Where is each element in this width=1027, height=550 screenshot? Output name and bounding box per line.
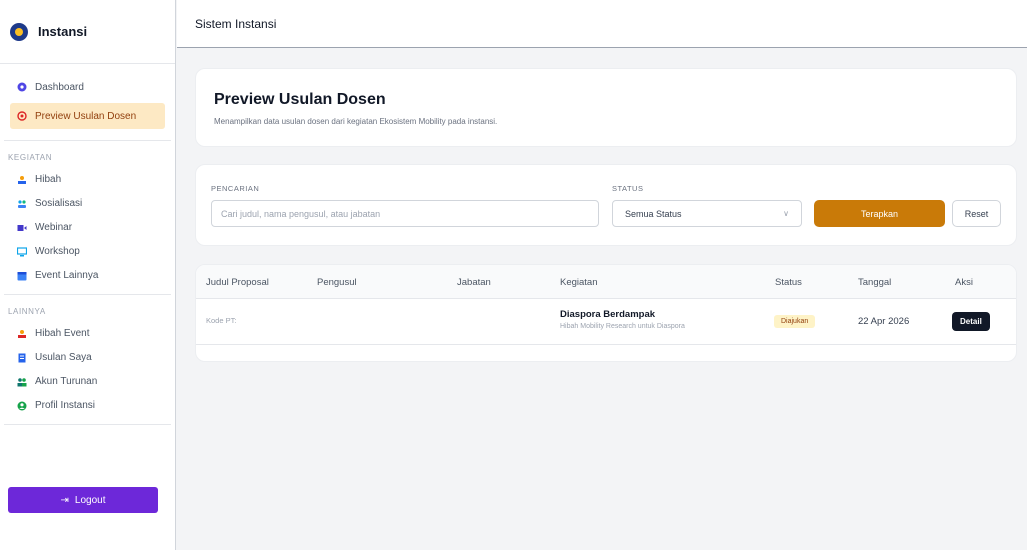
cell-tanggal: 22 Apr 2026 — [858, 316, 910, 327]
dashboard-icon — [17, 82, 27, 92]
filter-card: PENCARIAN STATUS Semua Status ∨ Terapkan… — [195, 164, 1017, 246]
sidebar-item-label: Usulan Saya — [35, 352, 92, 363]
cell-judul: Kode PT: — [206, 316, 236, 325]
sidebar-item-sosialisasi[interactable]: Sosialisasi — [10, 192, 165, 215]
column-header-aksi: Aksi — [955, 277, 973, 288]
chevron-down-icon: ∨ — [783, 209, 789, 218]
sidebar-item-label: Hibah Event — [35, 328, 90, 339]
column-header-jabatan: Jabatan — [457, 277, 491, 288]
sidebar-item-workshop[interactable]: Workshop — [10, 240, 165, 263]
search-label: PENCARIAN — [211, 184, 260, 193]
main-nav: Dashboard Preview Usulan Dosen — [4, 64, 171, 141]
logout-label: Logout — [74, 494, 106, 506]
detail-button[interactable]: Detail — [952, 312, 990, 331]
logout-icon: ⇥ — [60, 494, 69, 506]
akun-icon — [17, 377, 27, 386]
usulan-icon — [18, 353, 26, 362]
reset-button[interactable]: Reset — [952, 200, 1001, 227]
topbar-title: Sistem Instansi — [195, 16, 277, 31]
sidebar-item-hibah[interactable]: Hibah — [10, 168, 165, 191]
page-description: Menampilkan data usulan dosen dari kegia… — [214, 117, 498, 126]
status-select[interactable]: Semua Status ∨ — [612, 200, 802, 227]
sidebar-item-label: Webinar — [35, 222, 73, 233]
sosialisasi-icon — [18, 199, 26, 208]
status-badge: Diajukan — [774, 315, 816, 328]
column-header-tanggal: Tanggal — [858, 277, 892, 288]
sidebar-item-profil-instansi[interactable]: Profil Instansi — [10, 394, 165, 417]
status-label: STATUS — [612, 184, 644, 193]
kegiatan-title: Diaspora Berdampak — [560, 309, 656, 320]
sidebar-item-hibah-event[interactable]: Hibah Event — [10, 322, 165, 345]
section-label-kegiatan: KEGIATAN — [8, 153, 53, 162]
kegiatan-nav: Hibah Sosialisasi Webinar Workshop Event… — [4, 168, 171, 295]
sidebar-item-label: Akun Turunan — [35, 376, 98, 387]
sidebar-item-preview-usulan-dosen[interactable]: Preview Usulan Dosen — [10, 103, 165, 129]
proposal-table: Judul Proposal Pengusul Jabatan Kegiatan… — [195, 264, 1017, 362]
preview-icon — [17, 111, 27, 121]
column-header-kegiatan: Kegiatan — [560, 277, 598, 288]
event-icon — [17, 271, 27, 280]
page-title: Preview Usulan Dosen — [214, 91, 386, 108]
cell-kegiatan: Diaspora Berdampak Hibah Mobility Resear… — [560, 309, 685, 330]
table-header: Judul Proposal Pengusul Jabatan Kegiatan… — [196, 265, 1016, 299]
column-header-judul: Judul Proposal — [206, 277, 269, 288]
hibah-icon — [18, 175, 26, 184]
sidebar-item-webinar[interactable]: Webinar — [10, 216, 165, 239]
lainnya-nav: Hibah Event Usulan Saya Akun Turunan Pro… — [4, 322, 171, 425]
sidebar: Instansi Dashboard Preview Usulan Dosen … — [0, 0, 176, 550]
sidebar-item-label: Event Lainnya — [35, 270, 99, 281]
workshop-icon — [17, 246, 27, 256]
sidebar-item-event-lainnya[interactable]: Event Lainnya — [10, 264, 165, 287]
table-row: Kode PT: Diaspora Berdampak Hibah Mobili… — [196, 299, 1016, 345]
sidebar-item-label: Workshop — [35, 246, 80, 257]
cell-status: Diajukan — [774, 315, 816, 328]
sidebar-item-label: Profil Instansi — [35, 400, 96, 411]
sidebar-item-usulan-saya[interactable]: Usulan Saya — [10, 346, 165, 369]
sidebar-item-label: Dashboard — [35, 81, 84, 93]
search-input[interactable] — [211, 200, 599, 227]
instansi-logo-icon — [10, 22, 28, 41]
column-header-status: Status — [775, 277, 802, 288]
sidebar-item-label: Preview Usulan Dosen — [35, 110, 137, 122]
sidebar-item-label: Hibah — [35, 174, 62, 185]
section-label-lainnya: LAINNYA — [8, 307, 46, 316]
topbar: Sistem Instansi — [177, 0, 1027, 48]
column-header-pengusul: Pengusul — [317, 277, 357, 288]
sidebar-item-dashboard[interactable]: Dashboard — [10, 74, 165, 100]
sidebar-item-akun-turunan[interactable]: Akun Turunan — [10, 370, 165, 393]
page-header-card: Preview Usulan Dosen Menampilkan data us… — [195, 68, 1017, 147]
brand-name: Instansi — [38, 24, 88, 39]
sidebar-item-label: Sosialisasi — [35, 198, 83, 209]
apply-button[interactable]: Terapkan — [814, 200, 945, 227]
hibah-event-icon — [18, 329, 26, 338]
kegiatan-subtitle: Hibah Mobility Research untuk Diaspora — [560, 323, 685, 330]
webinar-icon — [17, 224, 27, 231]
cell-aksi: Detail — [952, 312, 990, 331]
kode-pt-text: Kode PT: — [206, 316, 237, 325]
profil-icon — [17, 401, 27, 410]
logout-button[interactable]: ⇥ Logout — [8, 487, 158, 513]
brand: Instansi — [0, 0, 175, 64]
status-select-value: Semua Status — [625, 208, 682, 219]
